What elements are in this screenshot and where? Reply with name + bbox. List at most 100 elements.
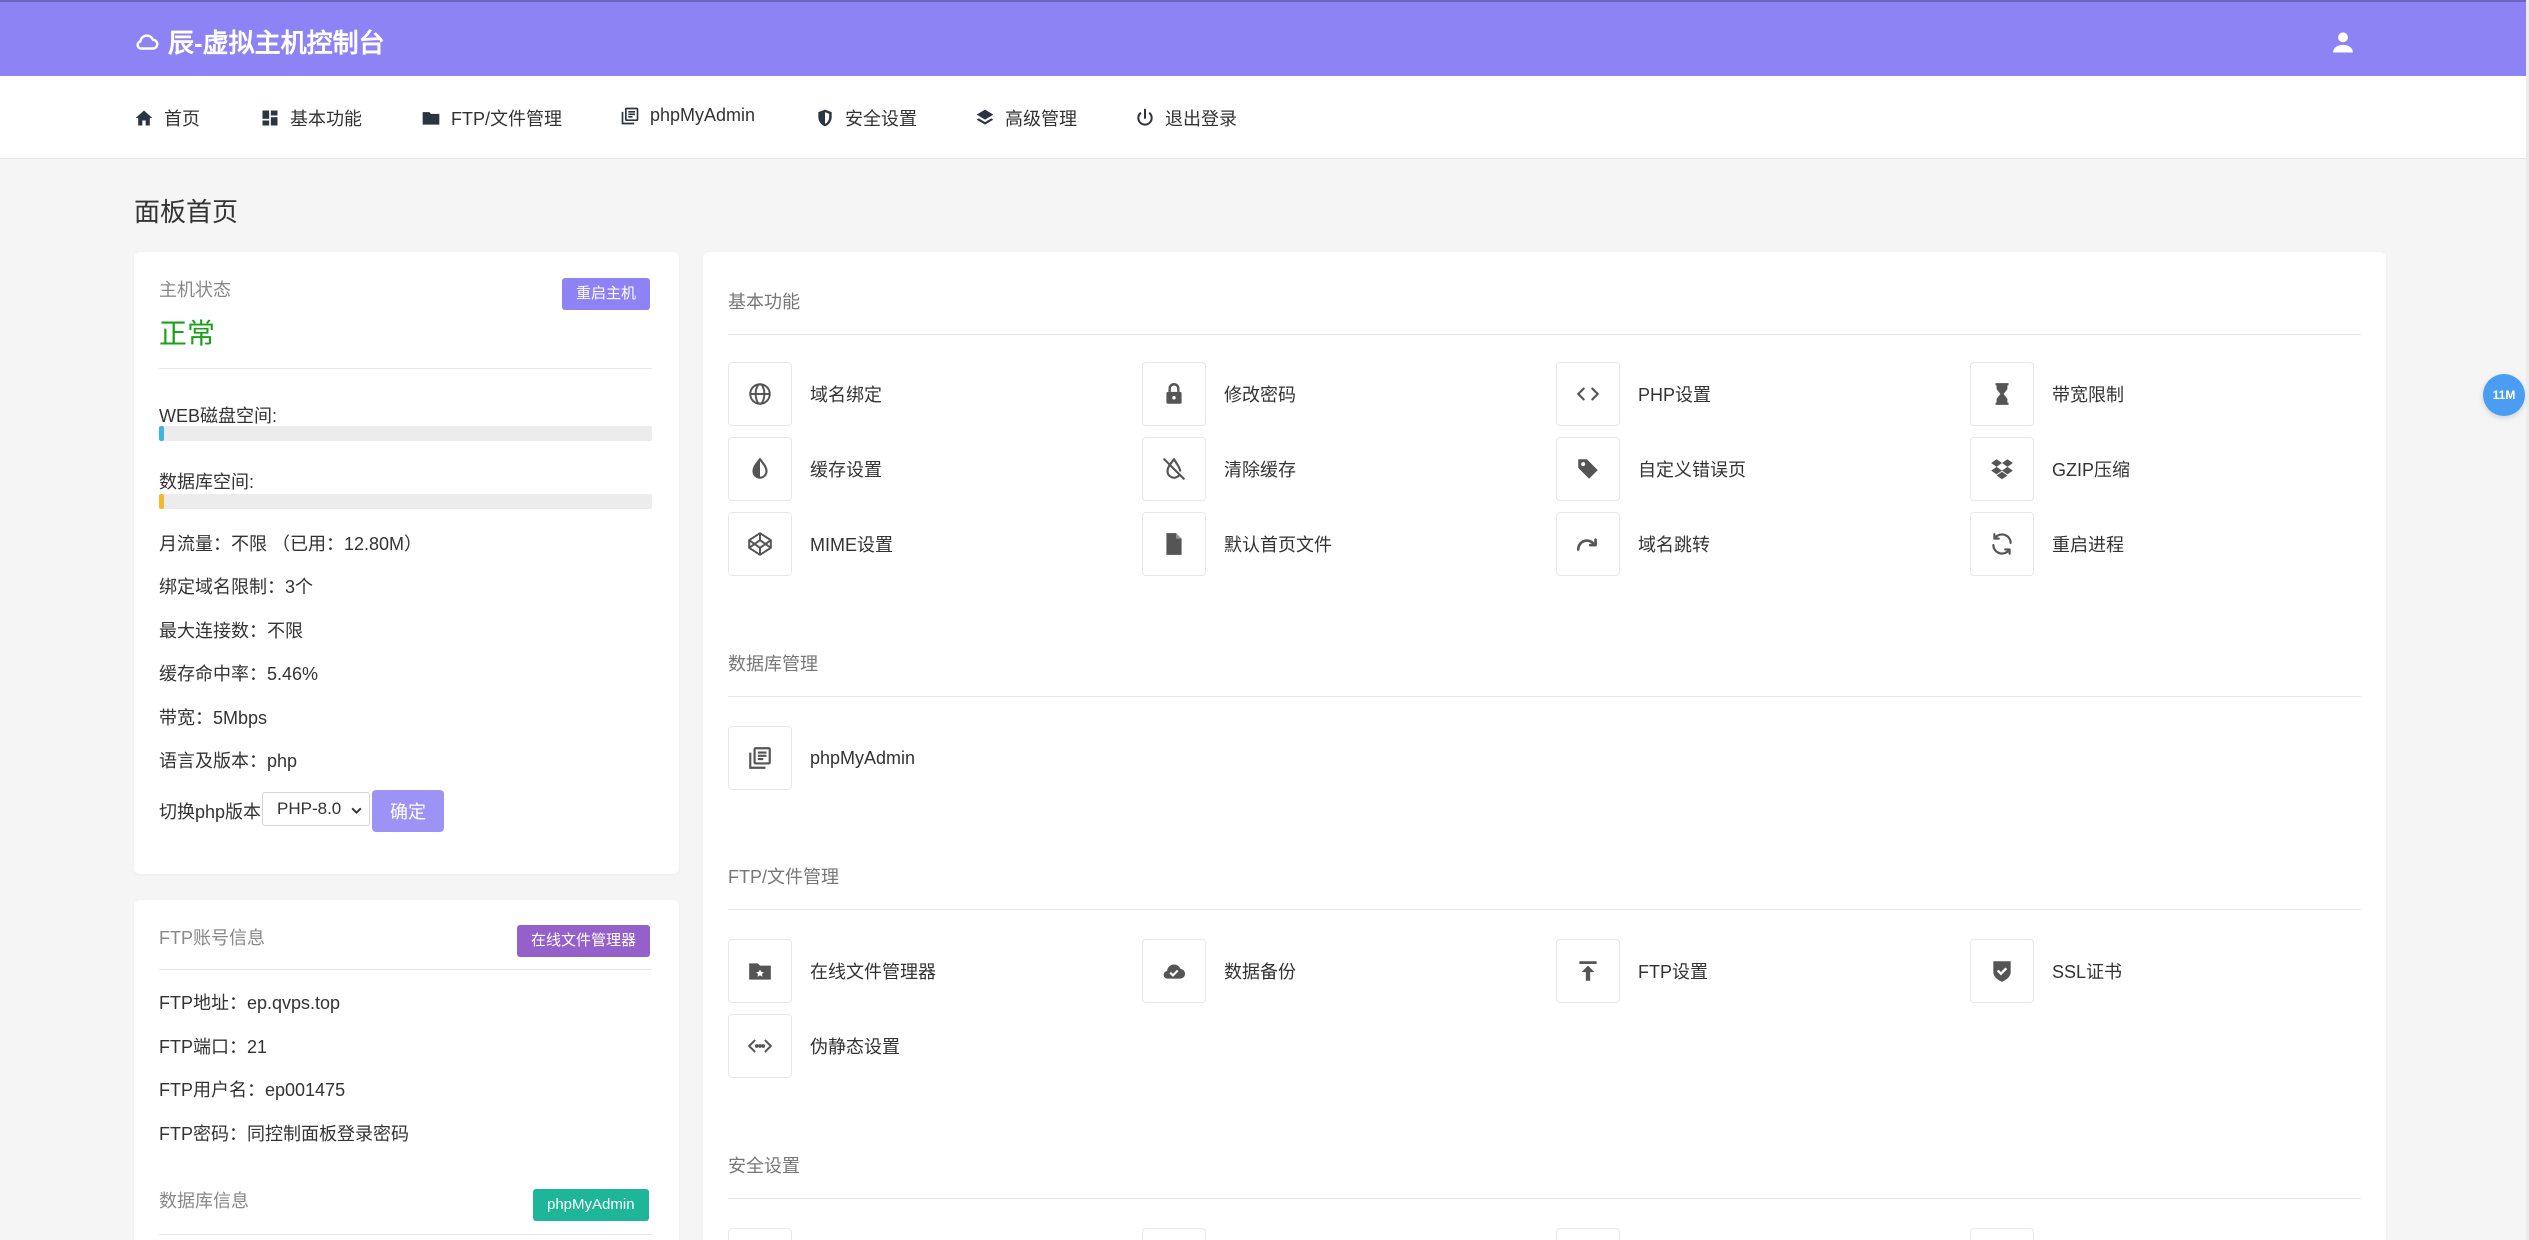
func-domain-redirect[interactable]: 域名跳转 [1556, 512, 1710, 576]
func-online-file-manager[interactable]: 在线文件管理器 [728, 939, 936, 1003]
ftp-address: FTP地址：ep.qvps.top [159, 993, 341, 1013]
func-phpmyadmin[interactable]: phpMyAdmin [728, 726, 915, 790]
ftp-password: FTP密码：同控制面板登录密码 [159, 1124, 409, 1144]
ftp-username: FTP用户名：ep001475 [159, 1080, 346, 1100]
func-ftp-settings[interactable]: FTP设置 [1556, 939, 1708, 1003]
security-item-partial[interactable] [1142, 1228, 1206, 1240]
security-item-partial[interactable] [1556, 1228, 1620, 1240]
host-status-value: 正常 [159, 318, 216, 349]
func-cache-settings[interactable]: 缓存设置 [728, 437, 882, 501]
func-custom-error-page[interactable]: 自定义错误页 [1556, 437, 1746, 501]
upload-icon [1579, 961, 1597, 981]
func-label: 修改密码 [1224, 385, 1296, 405]
hourglass-icon [1995, 383, 2009, 405]
confirm-php-button[interactable]: 确定 [372, 790, 444, 832]
func-label: PHP设置 [1638, 385, 1712, 405]
file-manager-button[interactable]: 在线文件管理器 [517, 925, 651, 957]
chevron-down-icon [351, 807, 362, 815]
nav-advanced[interactable]: 高级管理 [975, 105, 1077, 131]
func-label: 带宽限制 [2052, 385, 2124, 405]
db-info-title: 数据库信息 [159, 1191, 249, 1211]
library-icon [749, 747, 771, 769]
app-brand[interactable]: 辰-虚拟主机控制台 [134, 23, 385, 60]
cache-hit-rate: 缓存命中率：5.46% [159, 664, 319, 684]
redo-icon [1576, 538, 1597, 551]
func-clear-cache[interactable]: 清除缓存 [1142, 437, 1296, 501]
home-icon [135, 110, 153, 126]
security-item-partial[interactable] [1970, 1228, 2034, 1240]
nav-basic-functions[interactable]: 基本功能 [260, 105, 362, 131]
func-domain-binding[interactable]: 域名绑定 [728, 362, 882, 426]
contrast-icon [752, 457, 768, 479]
section-title-basic: 基本功能 [728, 292, 800, 312]
func-gzip[interactable]: GZIP压缩 [1970, 437, 2130, 501]
shield-check-icon [1993, 961, 2011, 982]
globe-icon [749, 383, 771, 405]
func-label: FTP设置 [1638, 962, 1708, 982]
db-space-label: 数据库空间: [159, 472, 255, 492]
func-data-backup[interactable]: 数据备份 [1142, 939, 1296, 1003]
codepen-icon [748, 532, 772, 556]
php-version-value: PHP-8.0 [277, 799, 342, 818]
nav-home[interactable]: 首页 [134, 105, 200, 131]
db-space-progress-fill [159, 494, 164, 509]
max-connections: 最大连接数：不限 [159, 621, 303, 641]
func-change-password[interactable]: 修改密码 [1142, 362, 1296, 426]
func-label: 重启进程 [2052, 535, 2124, 555]
nav-phpmyadmin[interactable]: phpMyAdmin [620, 105, 755, 126]
divider [728, 1198, 2361, 1199]
app-title: 辰-虚拟主机控制台 [168, 28, 385, 58]
user-icon[interactable] [2329, 28, 2357, 56]
shield-icon [818, 109, 832, 127]
ftp-info-card: FTP账号信息 在线文件管理器 FTP地址：ep.qvps.top FTP端口：… [134, 900, 679, 1240]
func-label: SSL证书 [2052, 962, 2123, 982]
nav-ftp-files[interactable]: FTP/文件管理 [421, 105, 562, 131]
divider [159, 368, 652, 369]
floating-speed-badge[interactable]: 11M [2483, 374, 2525, 416]
main-nav: 首页 基本功能 FTP/文件管理 phpMyAdmin 安全设置 高级管理 退出… [0, 76, 2529, 159]
dropbox-icon [1991, 459, 2013, 480]
nav-security[interactable]: 安全设置 [815, 105, 917, 131]
func-php-settings[interactable]: PHP设置 [1556, 362, 1711, 426]
phpmyadmin-button[interactable]: phpMyAdmin [533, 1189, 649, 1221]
func-label: 自定义错误页 [1638, 460, 1746, 480]
power-icon [1137, 108, 1153, 126]
section-title-database: 数据库管理 [728, 654, 818, 674]
security-item-partial[interactable] [728, 1228, 792, 1240]
func-label: 数据备份 [1224, 962, 1296, 982]
nav-label: FTP/文件管理 [451, 109, 562, 129]
func-restart-process[interactable]: 重启进程 [1970, 512, 2124, 576]
nav-label: 高级管理 [1005, 109, 1077, 129]
file-icon [1166, 533, 1182, 555]
func-ssl-certificate[interactable]: SSL证书 [1970, 939, 2122, 1003]
web-disk-progress [159, 426, 652, 441]
func-label: MIME设置 [810, 535, 893, 555]
domain-limit: 绑定域名限制：3个 [159, 577, 314, 597]
divider [728, 909, 2361, 910]
switch-php-label: 切换php版本: [159, 802, 267, 822]
nav-logout[interactable]: 退出登录 [1135, 105, 1237, 131]
func-rewrite-settings[interactable]: 伪静态设置 [728, 1014, 900, 1078]
layers-icon [976, 109, 994, 125]
func-mime-settings[interactable]: MIME设置 [728, 512, 893, 576]
grid-icon [262, 110, 278, 126]
cloud-check-icon [1163, 964, 1186, 979]
top-header: 辰-虚拟主机控制台 [0, 0, 2529, 76]
nav-label: 基本功能 [290, 109, 362, 129]
code-icon [1577, 387, 1599, 401]
func-label: 缓存设置 [810, 460, 882, 480]
web-disk-label: WEB磁盘空间: [159, 406, 278, 426]
ftp-port: FTP端口：21 [159, 1037, 268, 1057]
page-title: 面板首页 [134, 197, 239, 227]
restart-host-button[interactable]: 重启主机 [562, 278, 651, 310]
tag-icon [1578, 459, 1598, 479]
lock-icon [1166, 383, 1182, 404]
php-version-select[interactable]: PHP-8.0 [262, 792, 370, 826]
folder-icon [422, 112, 440, 125]
func-bandwidth-limit[interactable]: 带宽限制 [1970, 362, 2124, 426]
func-default-index[interactable]: 默认首页文件 [1142, 512, 1332, 576]
func-label: 域名跳转 [1638, 535, 1710, 555]
sync-icon [1992, 533, 2012, 555]
web-disk-progress-fill [159, 426, 164, 441]
monthly-traffic: 月流量：不限 （已用：12.80M） [159, 534, 423, 554]
